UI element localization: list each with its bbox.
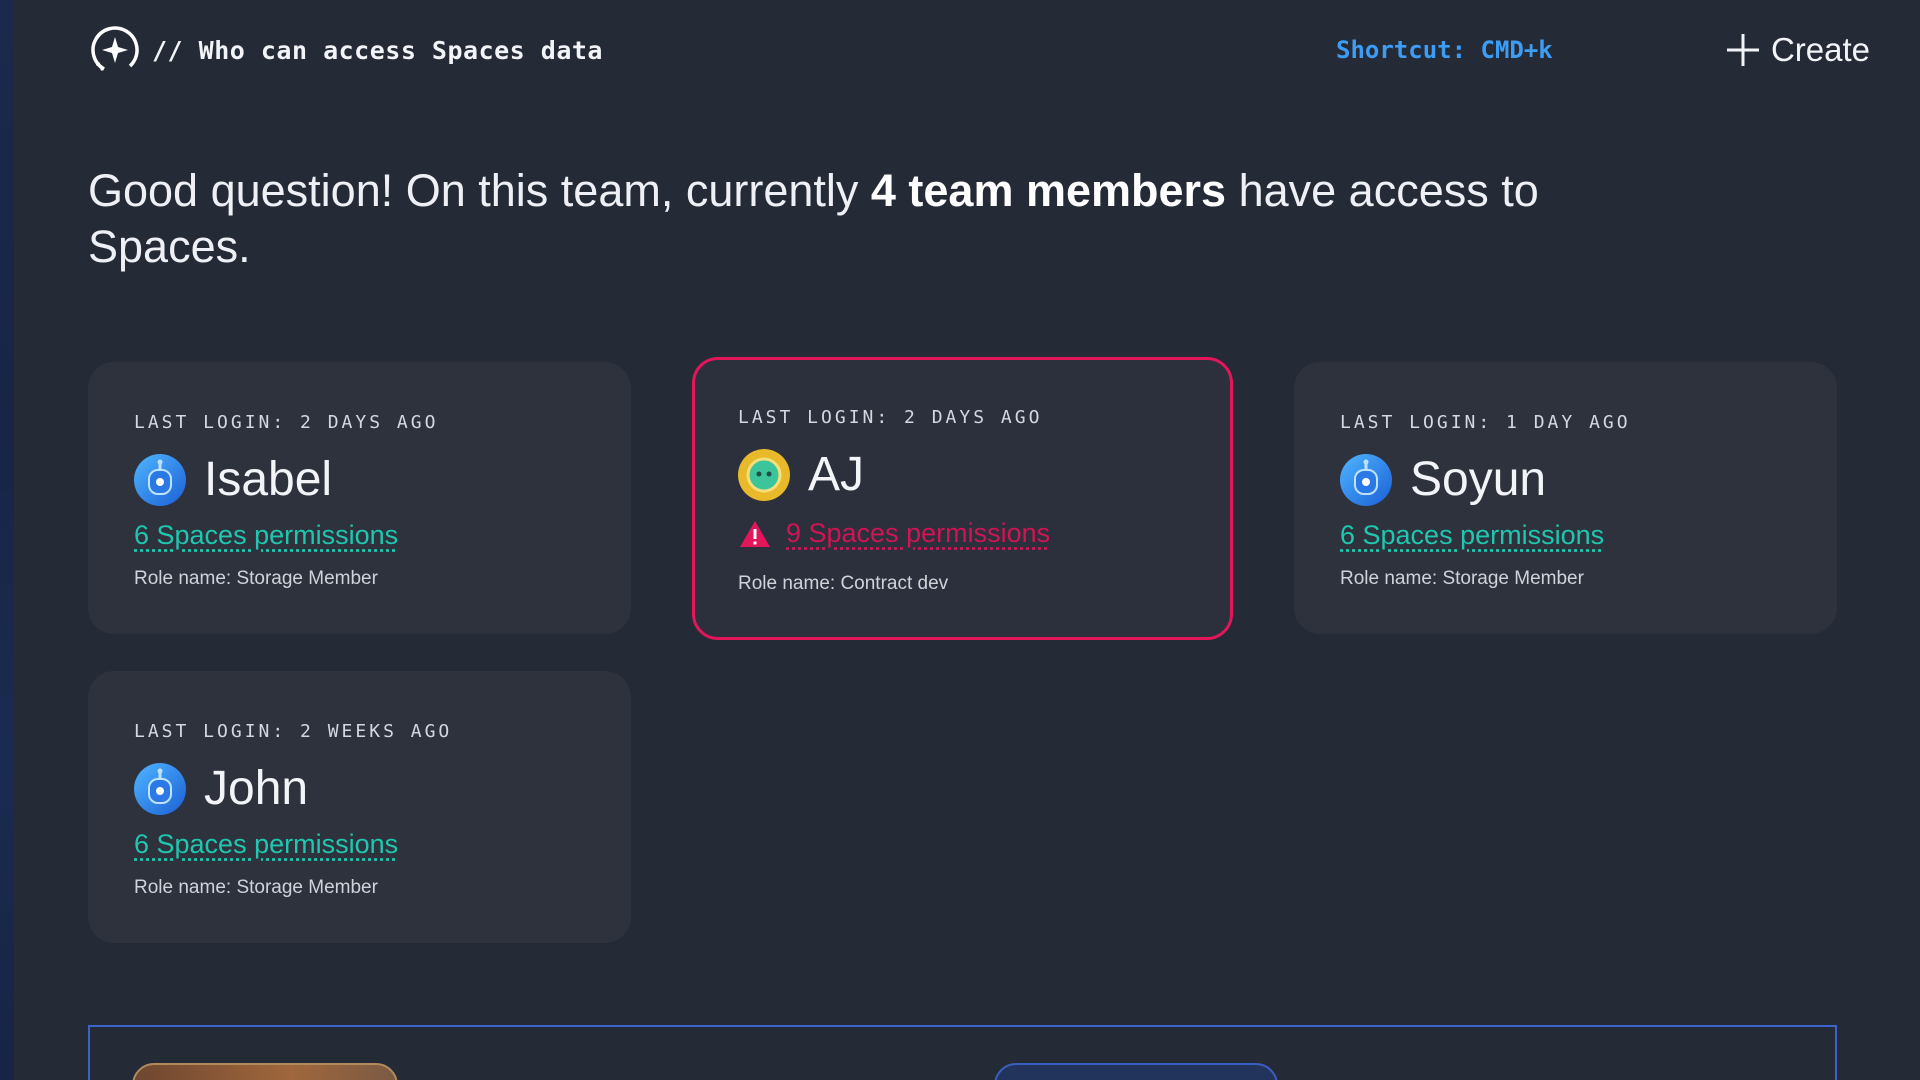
bottom-panel xyxy=(88,1025,1837,1080)
permissions-row: 9 Spaces permissions xyxy=(738,518,1050,549)
member-identity: AJ xyxy=(738,447,864,502)
left-edge-strip xyxy=(0,0,14,1080)
role-name: Role name: Storage Member xyxy=(134,568,378,590)
member-name: AJ xyxy=(808,447,864,502)
shortcut-hint: Shortcut: CMD+k xyxy=(1336,36,1553,64)
member-card[interactable]: LAST LOGIN: 1 DAY AGO Soyun 6 Spaces per… xyxy=(1294,362,1837,634)
member-card[interactable]: LAST LOGIN: 2 DAYS AGO Isabel 6 Spaces p… xyxy=(88,362,631,634)
headline-prefix: Good question! On this team, currently xyxy=(88,165,871,216)
permissions-link[interactable]: 9 Spaces permissions xyxy=(786,518,1050,549)
last-login: LAST LOGIN: 1 DAY AGO xyxy=(1340,412,1631,433)
robot-blue-icon xyxy=(1340,454,1392,506)
create-button[interactable]: Create xyxy=(1725,31,1870,69)
member-name: Soyun xyxy=(1410,452,1546,507)
member-name: Isabel xyxy=(204,452,332,507)
permissions-link[interactable]: 6 Spaces permissions xyxy=(134,520,398,551)
page-title: // Who can access Spaces data xyxy=(152,36,603,65)
permissions-link[interactable]: 6 Spaces permissions xyxy=(134,829,398,860)
permissions-row: 6 Spaces permissions xyxy=(134,520,398,551)
bottom-action-button-left[interactable] xyxy=(132,1063,398,1080)
last-login: LAST LOGIN: 2 DAYS AGO xyxy=(738,407,1042,428)
header: // Who can access Spaces data Shortcut: … xyxy=(88,18,1870,82)
robot-blue-icon xyxy=(134,454,186,506)
last-login: LAST LOGIN: 2 WEEKS AGO xyxy=(134,721,452,742)
member-name: John xyxy=(204,761,308,816)
member-identity: Soyun xyxy=(1340,452,1546,507)
role-name: Role name: Storage Member xyxy=(134,877,378,899)
robot-yellow-icon xyxy=(738,449,790,501)
page: // Who can access Spaces data Shortcut: … xyxy=(0,0,1920,1080)
headline-count: 4 team members xyxy=(871,165,1226,216)
robot-blue-icon xyxy=(134,763,186,815)
role-name: Role name: Storage Member xyxy=(1340,568,1584,590)
permissions-row: 6 Spaces permissions xyxy=(1340,520,1604,551)
member-identity: Isabel xyxy=(134,452,332,507)
warning-icon xyxy=(738,519,772,549)
bottom-action-button-middle[interactable] xyxy=(994,1063,1278,1080)
member-card-alert[interactable]: LAST LOGIN: 2 DAYS AGO AJ 9 Spaces permi… xyxy=(692,357,1233,640)
headline: Good question! On this team, currently 4… xyxy=(88,163,1708,275)
create-button-label: Create xyxy=(1771,31,1870,69)
plus-icon xyxy=(1725,32,1761,68)
member-card[interactable]: LAST LOGIN: 2 WEEKS AGO John 6 Spaces pe… xyxy=(88,671,631,943)
role-name: Role name: Contract dev xyxy=(738,573,948,595)
member-identity: John xyxy=(134,761,308,816)
logo-icon[interactable] xyxy=(88,23,142,77)
last-login: LAST LOGIN: 2 DAYS AGO xyxy=(134,412,438,433)
permissions-row: 6 Spaces permissions xyxy=(134,829,398,860)
permissions-link[interactable]: 6 Spaces permissions xyxy=(1340,520,1604,551)
